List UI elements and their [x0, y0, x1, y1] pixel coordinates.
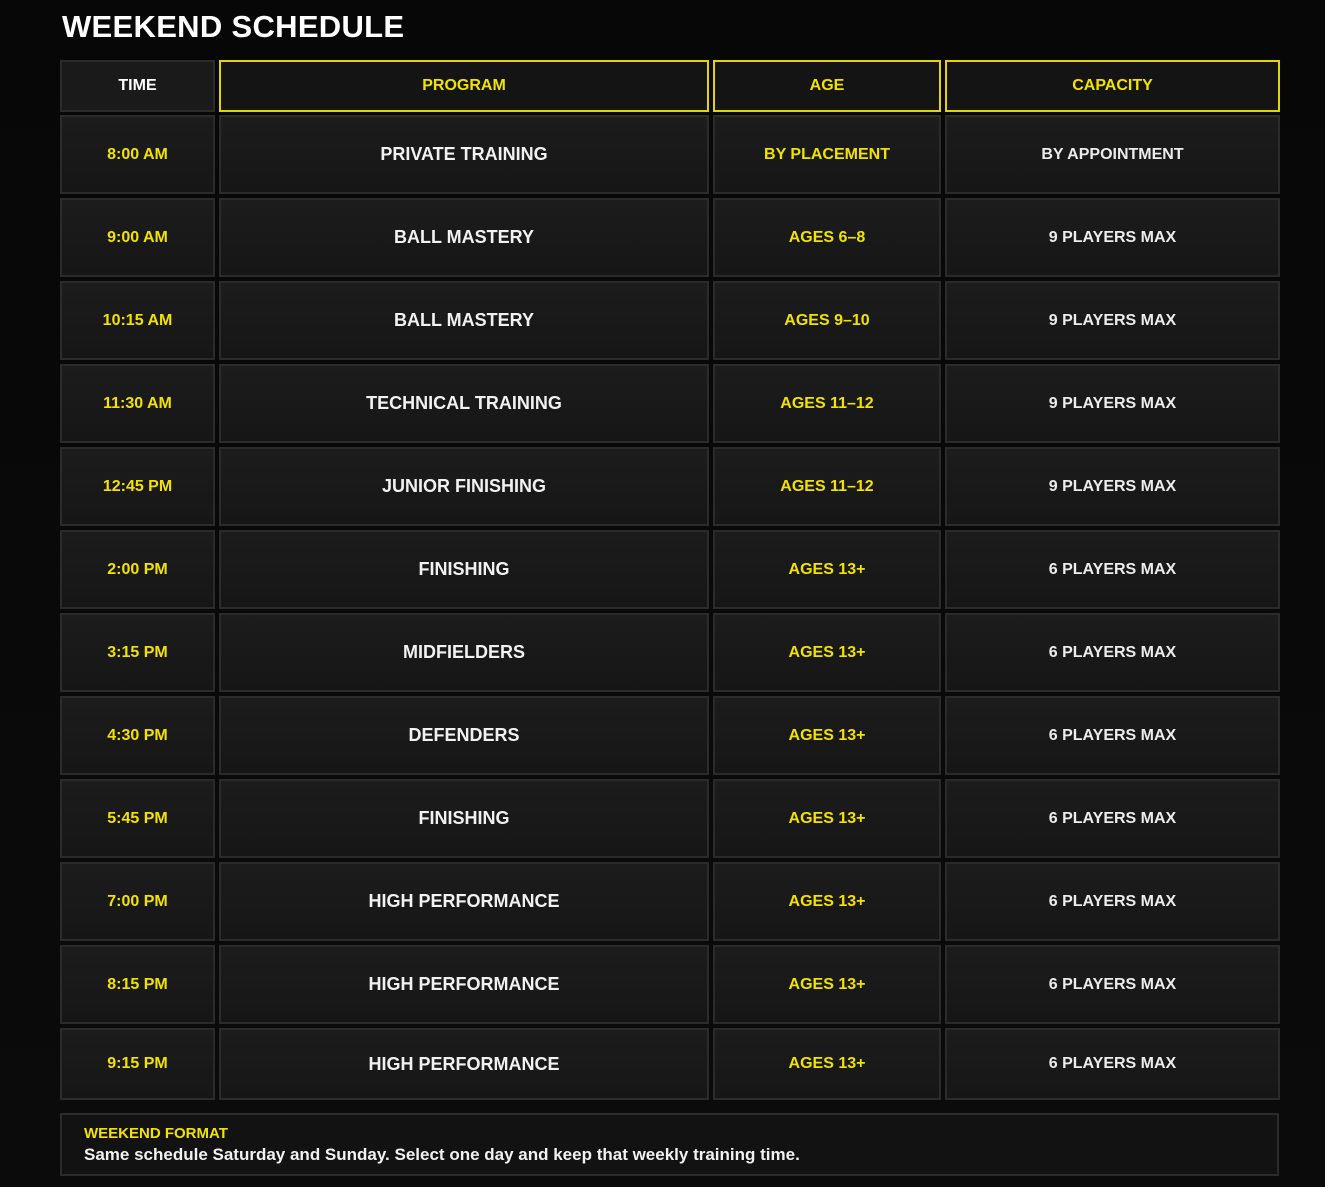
cell-program: HIGH PERFORMANCE: [219, 862, 709, 941]
cell-capacity: 6 PLAYERS MAX: [945, 530, 1280, 609]
cell-capacity: 9 PLAYERS MAX: [945, 364, 1280, 443]
cell-time: 9:15 PM: [60, 1028, 215, 1100]
cell-age: AGES 11–12: [713, 364, 941, 443]
note-text: Same schedule Saturday and Sunday. Selec…: [84, 1145, 800, 1164]
cell-capacity: 9 PLAYERS MAX: [945, 198, 1280, 277]
cell-time: 7:00 PM: [60, 862, 215, 941]
cell-capacity: 6 PLAYERS MAX: [945, 613, 1280, 692]
cell-program: PRIVATE TRAINING: [219, 115, 709, 194]
cell-time: 8:15 PM: [60, 945, 215, 1024]
header-age: AGE: [713, 60, 941, 112]
cell-program: DEFENDERS: [219, 696, 709, 775]
cell-age: AGES 13+: [713, 1028, 941, 1100]
cell-capacity: BY APPOINTMENT: [945, 115, 1280, 194]
cell-time: 12:45 PM: [60, 447, 215, 526]
cell-age: AGES 13+: [713, 945, 941, 1024]
cell-program: TECHNICAL TRAINING: [219, 364, 709, 443]
cell-time: 5:45 PM: [60, 779, 215, 858]
cell-program: BALL MASTERY: [219, 281, 709, 360]
cell-age: AGES 11–12: [713, 447, 941, 526]
header-capacity: CAPACITY: [945, 60, 1280, 112]
cell-program: JUNIOR FINISHING: [219, 447, 709, 526]
note-title: WEEKEND FORMAT: [84, 1125, 228, 1142]
cell-time: 9:00 AM: [60, 198, 215, 277]
cell-age: AGES 13+: [713, 779, 941, 858]
cell-time: 8:00 AM: [60, 115, 215, 194]
page-title: WEEKEND SCHEDULE: [62, 9, 405, 44]
cell-program: FINISHING: [219, 530, 709, 609]
cell-age: AGES 13+: [713, 613, 941, 692]
cell-age: AGES 9–10: [713, 281, 941, 360]
cell-age: AGES 13+: [713, 696, 941, 775]
cell-time: 3:15 PM: [60, 613, 215, 692]
cell-capacity: 6 PLAYERS MAX: [945, 1028, 1280, 1100]
header-time: TIME: [60, 60, 215, 112]
cell-time: 2:00 PM: [60, 530, 215, 609]
cell-program: MIDFIELDERS: [219, 613, 709, 692]
header-program: PROGRAM: [219, 60, 709, 112]
cell-capacity: 6 PLAYERS MAX: [945, 779, 1280, 858]
cell-capacity: 9 PLAYERS MAX: [945, 281, 1280, 360]
cell-capacity: 6 PLAYERS MAX: [945, 862, 1280, 941]
cell-program: FINISHING: [219, 779, 709, 858]
cell-age: AGES 13+: [713, 530, 941, 609]
cell-time: 11:30 AM: [60, 364, 215, 443]
cell-time: 10:15 AM: [60, 281, 215, 360]
cell-capacity: 6 PLAYERS MAX: [945, 696, 1280, 775]
cell-program: HIGH PERFORMANCE: [219, 1028, 709, 1100]
cell-capacity: 6 PLAYERS MAX: [945, 945, 1280, 1024]
cell-age: BY PLACEMENT: [713, 115, 941, 194]
schedule-page: WEEKEND SCHEDULE TIME PROGRAM AGE CAPACI…: [0, 0, 1325, 1187]
cell-program: BALL MASTERY: [219, 198, 709, 277]
cell-time: 4:30 PM: [60, 696, 215, 775]
cell-program: HIGH PERFORMANCE: [219, 945, 709, 1024]
cell-capacity: 9 PLAYERS MAX: [945, 447, 1280, 526]
schedule-table: TIME PROGRAM AGE CAPACITY 8:00 AM PRIVATE…: [60, 60, 1280, 1100]
weekend-format-note: WEEKEND FORMAT Same schedule Saturday an…: [60, 1113, 1279, 1176]
cell-age: AGES 6–8: [713, 198, 941, 277]
cell-age: AGES 13+: [713, 862, 941, 941]
